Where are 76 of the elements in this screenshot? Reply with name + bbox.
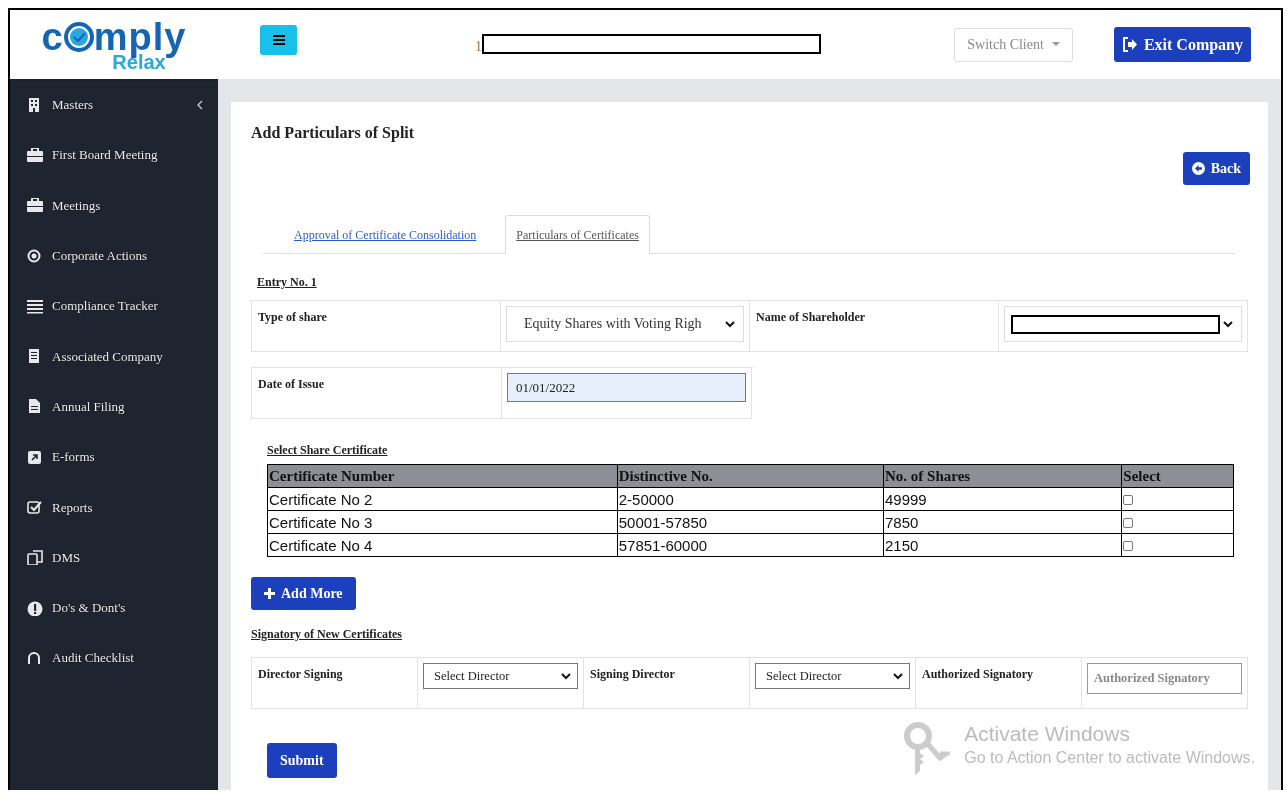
chevron-down-icon <box>561 672 571 680</box>
plus-icon <box>264 588 275 599</box>
target-icon <box>27 248 43 264</box>
documents-icon <box>27 550 43 566</box>
table-cell: 49999 <box>883 487 1122 511</box>
sidebar-item[interactable]: Associated Company <box>10 331 218 382</box>
column-header: No. of Shares <box>883 464 1122 488</box>
activation-message: Go to Action Center to activate Windows. <box>964 749 1255 767</box>
shareholder-select[interactable] <box>1004 306 1242 342</box>
share-type-select[interactable]: Equity Shares with Voting Righ <box>506 306 744 342</box>
client-number: 1 <box>475 38 482 55</box>
tab[interactable]: Approval of Certificate Consolidation <box>283 215 488 254</box>
exit-company-button[interactable]: Exit Company <box>1113 27 1251 62</box>
sidebar-item[interactable]: DMS <box>10 532 218 583</box>
date-input[interactable]: 01/01/2022 <box>507 373 746 402</box>
logo-text: c <box>41 15 64 59</box>
activation-title: Activate Windows <box>964 722 1131 746</box>
sidebar-item[interactable]: Reports <box>10 482 218 533</box>
checkbox[interactable] <box>1123 517 1134 528</box>
list-icon <box>27 298 43 314</box>
field-label: Type of share <box>257 309 328 326</box>
sidebar-item[interactable]: Audit Checklist <box>10 633 218 684</box>
menu-icon <box>272 34 285 45</box>
table-cell: 7850 <box>883 510 1122 534</box>
sidebar-item[interactable]: Do's & Dont's <box>10 582 218 634</box>
external-link-icon <box>27 449 43 465</box>
sidebar-item[interactable]: Meetings <box>10 180 218 231</box>
caret-icon <box>1051 42 1060 47</box>
sidebar-item[interactable]: Compliance Tracker <box>10 281 218 332</box>
field-label: Director Signing <box>257 666 344 683</box>
column-header: Select <box>1121 464 1234 488</box>
field-label: Authorized Signatory <box>921 666 1034 683</box>
sign-out-icon <box>1121 37 1138 52</box>
sidebar-item[interactable]: First Board Meeting <box>10 130 218 181</box>
field-label: Name of Shareholder <box>755 309 867 326</box>
document-icon <box>27 399 43 415</box>
chevron-down-icon <box>1223 320 1233 328</box>
table-cell: 50001-57850 <box>617 510 884 534</box>
director-select[interactable]: Select Director <box>755 663 910 689</box>
add-more-button[interactable]: Add More <box>251 577 356 610</box>
column-header: Certificate Number <box>267 464 618 488</box>
table-cell: Certificate No 4 <box>267 533 618 557</box>
checkbox[interactable] <box>1123 540 1134 551</box>
sidebar-item[interactable]: Annual Filing <box>10 381 218 433</box>
table-cell: 2-50000 <box>617 487 884 511</box>
key-icon <box>902 722 951 778</box>
checkbox-icon <box>27 500 43 515</box>
section-title: Signatory of New Certificates <box>251 627 403 642</box>
signatory-input[interactable]: Authorized Signatory <box>1087 663 1242 694</box>
table-cell: Certificate No 3 <box>267 510 618 534</box>
sidebar-item[interactable]: E-forms <box>10 432 218 483</box>
table-cell: 2150 <box>883 533 1122 557</box>
field-label: Signing Director <box>589 666 676 683</box>
sidebar-item[interactable]: Masters <box>10 80 218 131</box>
director-select[interactable]: Select Director <box>423 663 578 689</box>
arrow-left-circle-icon <box>1191 162 1205 175</box>
menu-button[interactable] <box>260 24 297 55</box>
back-button[interactable]: Back <box>1182 152 1250 185</box>
entry-label: Entry No. 1 <box>257 275 318 290</box>
chevron-down-icon <box>725 320 735 328</box>
field-label: Date of Issue <box>257 376 325 393</box>
exclamation-icon <box>27 600 43 616</box>
column-header: Distinctive No. <box>617 464 884 488</box>
tab[interactable]: Particulars of Certificates <box>505 215 650 254</box>
sidebar-item[interactable]: Corporate Actions <box>10 230 218 282</box>
chevron-down-icon <box>893 672 903 680</box>
check-circle-icon <box>63 22 94 52</box>
page-title: Add Particulars of Split <box>251 124 416 142</box>
switch-client-dropdown[interactable]: Switch Client <box>954 27 1073 62</box>
briefcase-icon <box>27 147 43 163</box>
checkbox[interactable] <box>1123 494 1134 505</box>
submit-button[interactable]: Submit <box>267 743 337 778</box>
table-cell: 57851-60000 <box>617 533 884 557</box>
briefcase-icon <box>27 198 43 214</box>
table-cell: Certificate No 2 <box>267 487 618 511</box>
section-title: Select Share Certificate <box>267 443 389 458</box>
